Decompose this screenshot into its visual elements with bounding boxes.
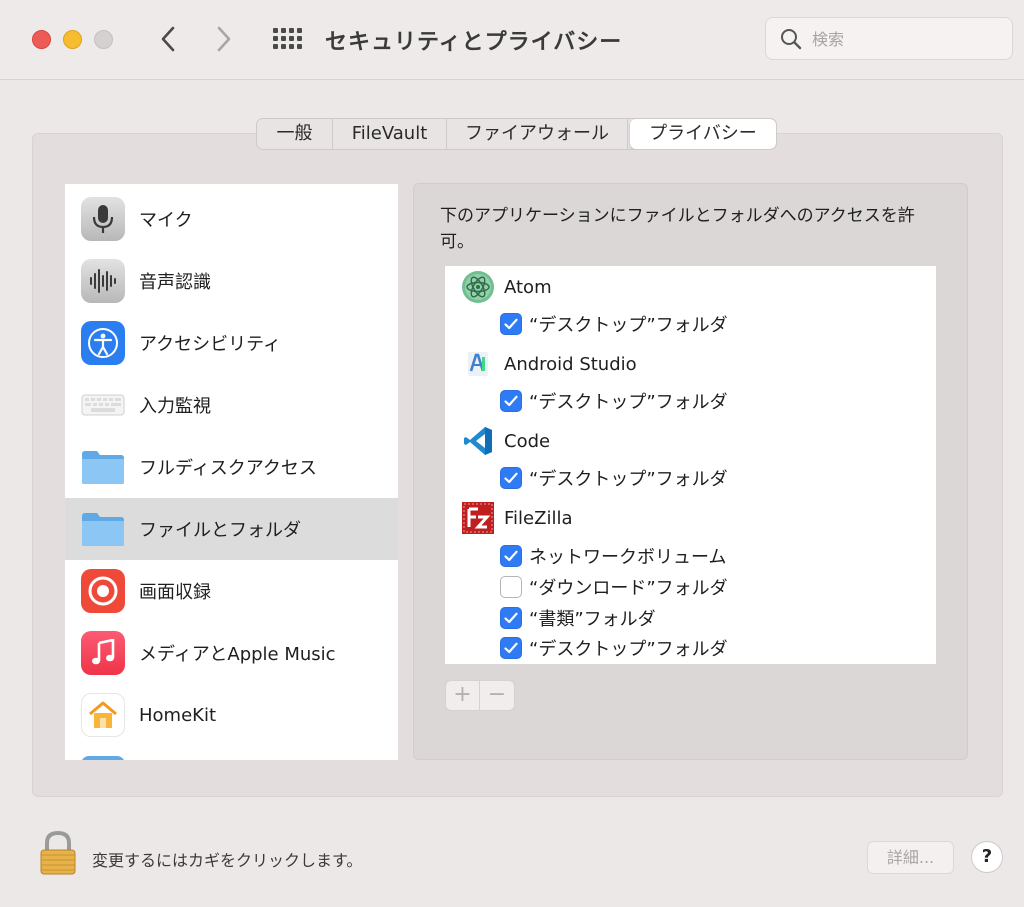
app-row-atom[interactable]: Atom: [445, 268, 936, 306]
sidebar-item-screen-recording[interactable]: 画面収録: [65, 560, 398, 622]
sidebar-item-label: アクセシビリティ: [139, 334, 282, 355]
screen-record-icon: [81, 569, 125, 613]
padlock-icon[interactable]: [38, 830, 78, 876]
permission-row[interactable]: “デスクトップ”フォルダ: [445, 386, 936, 416]
checkmark-icon: [504, 612, 518, 624]
sidebar-item-files-and-folders[interactable]: ファイルとフォルダ: [65, 498, 398, 560]
permission-row[interactable]: “デスクトップ”フォルダ: [445, 309, 936, 339]
permission-checkbox[interactable]: [500, 545, 522, 567]
add-app-button[interactable]: +: [446, 681, 480, 710]
vscode-icon: [461, 424, 495, 458]
sidebar-item-label: メディアとApple Music: [139, 644, 336, 665]
permission-row[interactable]: “デスクトップ”フォルダ: [445, 463, 936, 493]
advanced-button[interactable]: 詳細...: [867, 841, 954, 874]
checkmark-icon: [504, 642, 518, 654]
permission-checkbox[interactable]: [500, 390, 522, 412]
permission-label: “デスクトップ”フォルダ: [529, 392, 728, 413]
sidebar-item-label: 画面収録: [139, 582, 211, 603]
sidebar-item-label: フルディスクアクセス: [139, 458, 317, 479]
grid-icon: [273, 28, 302, 49]
sidebar-item-label: マイク: [139, 210, 193, 231]
search-field[interactable]: [765, 17, 1013, 60]
checkmark-icon: [504, 395, 518, 407]
chevron-left-icon: [161, 26, 175, 52]
waveform-icon: [81, 259, 125, 303]
sidebar-item-speech-recognition[interactable]: 音声認識: [65, 250, 398, 312]
title-bar: セキュリティとプライバシー: [0, 0, 1024, 80]
android-studio-icon: [461, 347, 495, 381]
permission-row[interactable]: “書類”フォルダ: [445, 603, 936, 633]
window-title: セキュリティとプライバシー: [325, 30, 623, 55]
sidebar-item-label: HomeKit: [139, 704, 217, 726]
permission-description: 下のアプリケーションにファイルとフォルダへのアクセスを許可。: [440, 206, 915, 252]
keyboard-icon: [81, 383, 125, 427]
sidebar-item-label: 入力監視: [139, 396, 211, 417]
app-permission-list: Atom “デスクトップ”フォルダ Android Studio “デスクトップ…: [445, 266, 936, 664]
app-name: Atom: [504, 276, 552, 298]
checkmark-icon: [504, 550, 518, 562]
app-row-code[interactable]: Code: [445, 422, 936, 460]
help-button[interactable]: ?: [971, 841, 1003, 873]
permission-checkbox[interactable]: [500, 576, 522, 598]
close-button[interactable]: [32, 30, 51, 49]
permission-row[interactable]: “デスクトップ”フォルダ: [445, 633, 936, 663]
permission-checkbox[interactable]: [500, 607, 522, 629]
accessibility-icon: [81, 321, 125, 365]
search-input[interactable]: [812, 26, 1002, 52]
privacy-category-list: マイク 音声認識 アクセシビリティ 入力監視 フルディスクアクセス ファイルとフ…: [65, 184, 398, 760]
sidebar-item-full-disk-access[interactable]: フルディスクアクセス: [65, 436, 398, 498]
app-name: Code: [504, 430, 551, 452]
sidebar-item-homekit[interactable]: HomeKit: [65, 684, 398, 746]
music-icon: [81, 631, 125, 675]
tab-bar: 一般 FileVault ファイアウォール プライバシー: [256, 118, 777, 150]
sidebar-item-input-monitoring[interactable]: 入力監視: [65, 374, 398, 436]
folder-icon: [81, 507, 125, 551]
permission-label: “ダウンロード”フォルダ: [529, 578, 728, 599]
filezilla-icon: [461, 501, 495, 535]
lock-instruction: 変更するにはカギをクリックします。: [92, 851, 363, 870]
sidebar-item-accessibility[interactable]: アクセシビリティ: [65, 312, 398, 374]
sidebar-item-label: 音声認識: [139, 272, 211, 293]
preferences-window: セキュリティとプライバシー 一般 FileVault ファイアウォール プライバ…: [0, 0, 1024, 907]
app-name: FileZilla: [504, 507, 573, 529]
permission-checkbox[interactable]: [500, 637, 522, 659]
permission-label: ネットワークボリューム: [529, 547, 727, 568]
permission-label: “書類”フォルダ: [529, 609, 656, 630]
tab-filevault[interactable]: FileVault: [333, 119, 447, 149]
app-row-android-studio[interactable]: Android Studio: [445, 345, 936, 383]
permission-label: “デスクトップ”フォルダ: [529, 469, 728, 490]
chevron-right-icon: [217, 26, 231, 52]
sidebar-item-label: ファイルとフォルダ: [139, 520, 301, 541]
permission-label: “デスクトップ”フォルダ: [529, 315, 728, 336]
checkmark-icon: [504, 472, 518, 484]
permission-checkbox[interactable]: [500, 467, 522, 489]
tab-firewall[interactable]: ファイアウォール: [447, 119, 628, 149]
sidebar-item-media-apple-music[interactable]: メディアとApple Music: [65, 622, 398, 684]
microphone-icon: [81, 197, 125, 241]
checkmark-icon: [504, 318, 518, 330]
atom-icon: [461, 270, 495, 304]
search-icon: [781, 29, 802, 50]
forward-button[interactable]: [206, 22, 242, 56]
permission-row[interactable]: “ダウンロード”フォルダ: [445, 572, 936, 602]
remove-app-button[interactable]: −: [480, 681, 514, 710]
home-icon: [81, 693, 125, 737]
add-remove-control: + −: [445, 680, 515, 711]
permission-checkbox[interactable]: [500, 313, 522, 335]
tab-privacy[interactable]: プライバシー: [630, 119, 776, 149]
show-all-button[interactable]: [272, 27, 302, 51]
permission-label: “デスクトップ”フォルダ: [529, 639, 728, 660]
app-row-filezilla[interactable]: FileZilla: [445, 499, 936, 537]
app-name: Android Studio: [504, 353, 637, 375]
tab-general[interactable]: 一般: [257, 119, 333, 149]
back-button[interactable]: [150, 22, 186, 56]
minimize-button[interactable]: [63, 30, 82, 49]
next-item-icon-partial: [81, 756, 125, 760]
permission-row[interactable]: ネットワークボリューム: [445, 541, 936, 571]
zoom-button[interactable]: [94, 30, 113, 49]
folder-icon: [81, 445, 125, 489]
sidebar-item-microphone[interactable]: マイク: [65, 188, 398, 250]
